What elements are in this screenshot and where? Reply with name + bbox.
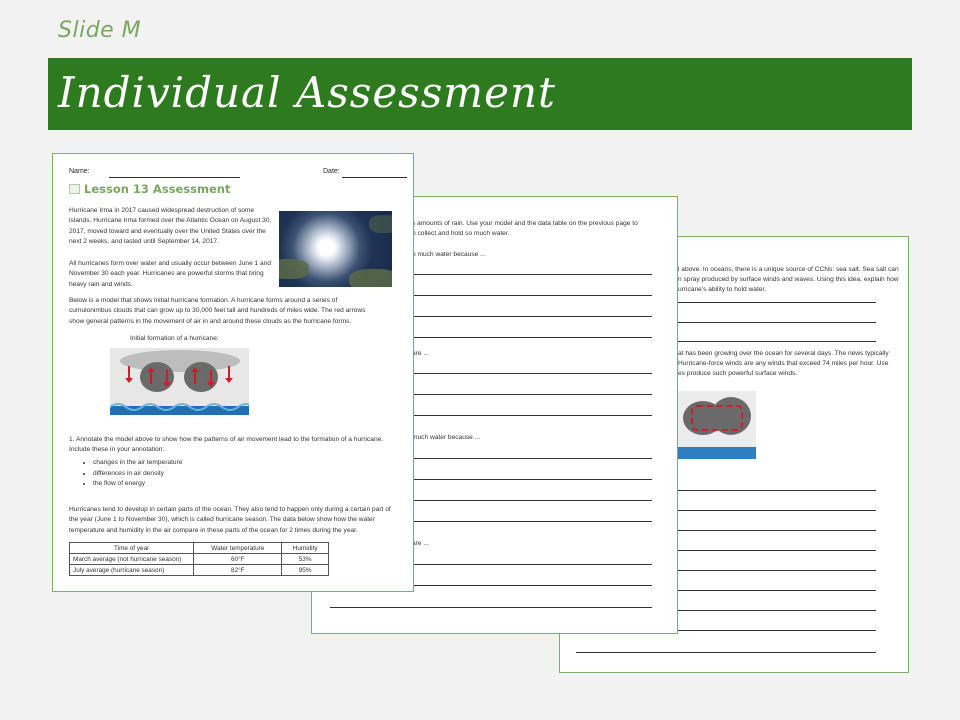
table-header: Time of year xyxy=(68,542,195,554)
hurricane-data-table: Time of year Water temperature Humidity … xyxy=(68,542,329,576)
hurricane-data-paragraph: Hurricanes tend to develop in certain pa… xyxy=(69,506,391,534)
answer-line xyxy=(678,550,876,551)
table-cell: 60°F xyxy=(193,553,283,565)
answer-line xyxy=(412,479,652,480)
answer-line xyxy=(678,630,876,631)
table-cell: July average (hurricane season) xyxy=(68,564,195,576)
satellite-hurricane-image xyxy=(279,211,392,287)
answer-line xyxy=(576,652,876,653)
table-header: Water temperature xyxy=(193,542,283,554)
table-cell: March average (not hurricane season) xyxy=(68,553,195,565)
page3-line: Hurricane-force winds are any winds that… xyxy=(678,360,889,367)
table-header: Humidity xyxy=(281,542,329,554)
down-arrow-icon xyxy=(207,370,215,387)
table-header-row: Time of year Water temperature Humidity xyxy=(68,542,329,554)
answer-line xyxy=(330,607,652,608)
answer-line xyxy=(412,394,652,395)
prompt-4: are ... xyxy=(412,540,429,547)
model-paragraph: Below is a model that shows initial hurr… xyxy=(69,297,366,325)
name-label: Name: xyxy=(69,168,90,175)
answer-line xyxy=(678,510,876,511)
answer-line xyxy=(412,337,652,338)
slide-title: Individual Assessment xyxy=(58,68,556,117)
cloud-shape xyxy=(184,362,218,392)
land-shape xyxy=(369,215,392,233)
answer-line xyxy=(678,590,876,591)
table-row: July average (hurricane season) 82°F 95% xyxy=(68,564,329,576)
prompt-2: are ... xyxy=(412,350,429,357)
down-arrow-icon xyxy=(163,370,171,387)
bullet-item: changes in the air temperature xyxy=(93,458,182,469)
answer-line xyxy=(678,570,876,571)
slide-label: Slide M xyxy=(58,18,142,43)
page3-text-block-2: at has been growing over the ocean for s… xyxy=(678,349,908,379)
page3-line: urricane's ability to hold water. xyxy=(678,286,767,293)
page3-line: n spray produced by surface winds and wa… xyxy=(678,276,899,283)
hurricane-formation-diagram xyxy=(110,348,249,415)
page3-line: es produce such powerful surface winds. xyxy=(678,370,798,377)
table-cell: 53% xyxy=(281,553,329,565)
up-arrow-icon xyxy=(191,367,199,384)
answer-line xyxy=(678,302,876,303)
name-date-header: Name: Date: xyxy=(69,168,407,178)
answer-line xyxy=(678,530,876,531)
hurricane-diagram-2 xyxy=(677,391,756,459)
cloud-shape xyxy=(140,362,174,392)
intro-paragraph: Hurricane Irma in 2017 caused widespread… xyxy=(69,207,272,245)
land-shape xyxy=(349,269,392,287)
date-line xyxy=(342,177,407,178)
title-bar: Individual Assessment xyxy=(48,58,912,130)
prompt-3: much water because ... xyxy=(412,434,481,441)
cloud-top xyxy=(120,350,240,372)
answer-line xyxy=(678,610,876,611)
table-cell: 95% xyxy=(281,564,329,576)
down-arrow-icon xyxy=(125,366,133,383)
answer-line xyxy=(412,415,652,416)
down-arrow-icon xyxy=(225,366,233,383)
answer-line xyxy=(412,373,652,374)
page2-line: s amounts of rain. Use your model and th… xyxy=(412,220,638,227)
table-cell: 82°F xyxy=(193,564,283,576)
page3-line: l above. In oceans, there is a unique so… xyxy=(678,266,899,273)
lesson-title-text: Lesson 13 Assessment xyxy=(84,182,231,196)
bullet-item: differences in air density xyxy=(93,469,182,480)
page2-intro: s amounts of rain. Use your model and th… xyxy=(412,219,674,239)
hurricane-season-paragraph: All hurricanes form over water and usual… xyxy=(69,260,271,288)
pencil-note-icon xyxy=(69,184,80,194)
answer-line xyxy=(412,585,652,586)
name-line xyxy=(109,177,240,178)
answer-line xyxy=(412,316,652,317)
answer-line xyxy=(678,490,876,491)
prompt-1: o much water because ... xyxy=(412,251,486,258)
table-row: March average (not hurricane season) 60°… xyxy=(68,553,329,565)
answer-line xyxy=(412,500,652,501)
up-arrow-icon xyxy=(147,367,155,384)
answer-line xyxy=(412,458,652,459)
bullet-item: the flow of energy xyxy=(93,479,182,490)
land-shape xyxy=(279,259,309,279)
question-1: 1. Annotate the model above to show how … xyxy=(69,436,384,454)
lesson-title: Lesson 13 Assessment xyxy=(69,182,230,196)
answer-line xyxy=(412,274,652,275)
diagram-caption: Initial formation of a hurricane: xyxy=(130,335,219,342)
ocean-shape xyxy=(677,447,756,459)
answer-line xyxy=(412,295,652,296)
page3-line: at has been growing over the ocean for s… xyxy=(678,350,889,357)
circulation-arrows xyxy=(691,405,743,431)
answer-line xyxy=(678,341,876,342)
worksheet-page-1: Name: Date: Lesson 13 Assessment Hurrica… xyxy=(52,153,414,592)
ocean-waves xyxy=(110,403,249,415)
date-label: Date: xyxy=(323,168,340,175)
answer-line xyxy=(412,564,652,565)
answer-line xyxy=(412,521,652,522)
page2-line: n collect and hold so much water. xyxy=(412,230,510,237)
annotation-bullets: changes in the air temperature differenc… xyxy=(93,458,182,490)
page3-text-block-1: l above. In oceans, there is a unique so… xyxy=(678,265,908,295)
answer-line xyxy=(678,322,876,323)
